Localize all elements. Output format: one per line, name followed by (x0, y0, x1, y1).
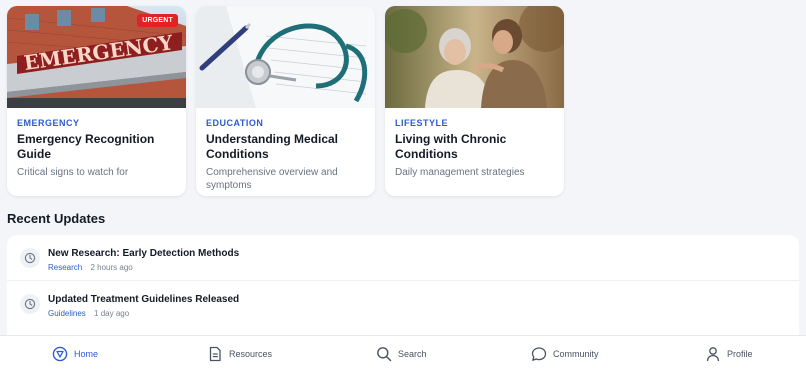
nav-profile[interactable]: Profile (705, 346, 753, 362)
nav-label: Home (74, 349, 99, 359)
list-item[interactable]: New Research: Early Detection Methods Re… (7, 235, 799, 280)
document-icon (207, 346, 223, 362)
update-tag[interactable]: Research (48, 263, 82, 272)
card-description: Critical signs to watch for (17, 167, 129, 178)
resource-cards: EMERGENCY URGENT EMERGENCY Emergency Rec… (7, 6, 564, 196)
card-category: LIFESTYLE (395, 118, 449, 128)
nav-search[interactable]: Search (376, 346, 427, 362)
clock-icon (20, 294, 40, 314)
card-description: Daily management strategies (395, 167, 525, 178)
chat-icon (531, 346, 547, 362)
clock-icon (20, 248, 40, 268)
nav-label: Search (398, 349, 427, 359)
update-time: 2 hours ago (90, 263, 133, 272)
card-title: Emergency Recognition Guide (17, 132, 155, 161)
card-description: Comprehensive overview and symptoms (206, 167, 338, 191)
update-tag[interactable]: Guidelines (48, 309, 86, 318)
recent-updates-list: New Research: Early Detection Methods Re… (7, 235, 799, 345)
card-emergency[interactable]: EMERGENCY URGENT EMERGENCY Emergency Rec… (7, 6, 186, 196)
list-item[interactable]: Updated Treatment Guidelines Released Gu… (7, 280, 799, 325)
emergency-image: EMERGENCY URGENT (7, 6, 186, 108)
user-icon (705, 346, 721, 362)
caregiver-image (385, 6, 564, 108)
search-icon (376, 346, 392, 362)
card-category: EDUCATION (206, 118, 264, 128)
card-category: EMERGENCY (17, 118, 80, 128)
stethoscope-image (196, 6, 375, 108)
update-title: New Research: Early Detection Methods (48, 248, 240, 259)
nav-resources[interactable]: Resources (207, 346, 272, 362)
nav-label: Resources (229, 349, 273, 359)
card-title: Understanding Medical Conditions (206, 132, 339, 161)
card-title: Living with Chronic Conditions (395, 132, 507, 161)
recent-updates-heading: Recent Updates (7, 211, 106, 226)
card-lifestyle[interactable]: LIFESTYLE Living with Chronic Conditions… (385, 6, 564, 196)
nav-label: Profile (727, 349, 753, 359)
urgent-badge: URGENT (137, 14, 178, 27)
bottom-navigation: Home Resources Search Community Profile (0, 335, 806, 373)
nav-home[interactable]: Home (52, 346, 98, 362)
nav-community[interactable]: Community (531, 346, 599, 362)
update-time: 1 day ago (94, 309, 130, 318)
card-education[interactable]: EDUCATION Understanding Medical Conditio… (196, 6, 375, 196)
nav-label: Community (553, 349, 599, 359)
update-title: Updated Treatment Guidelines Released (48, 294, 240, 305)
home-icon (52, 346, 68, 362)
